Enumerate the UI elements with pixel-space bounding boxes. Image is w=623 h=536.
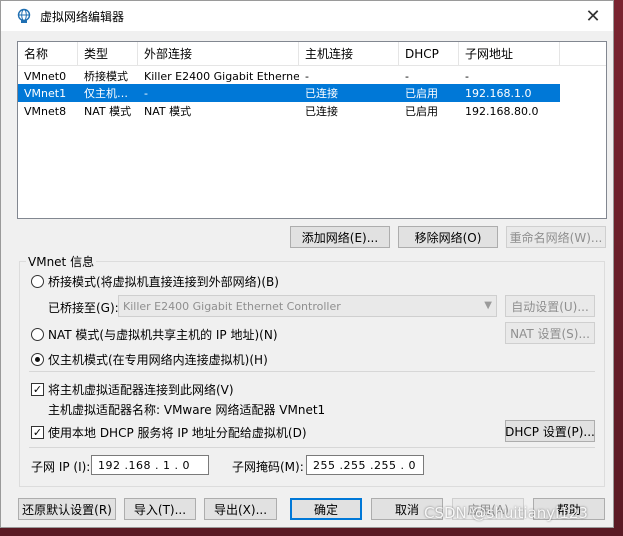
radio-circle-icon xyxy=(31,275,44,288)
cell-host: - xyxy=(305,69,309,83)
ok-button[interactable]: 确定 xyxy=(290,498,362,520)
table-row[interactable]: VMnet8 NAT 模式 NAT 模式 已连接 已启用 192.168.80.… xyxy=(18,102,606,120)
virtual-network-editor-window: 虚拟网络编辑器 ✕ 名称 类型 外部连接 主机连接 DHCP 子网地址 VMne… xyxy=(0,0,614,528)
connect-adapter-label: 将主机虚拟适配器连接到此网络(V) xyxy=(48,383,234,397)
subnet-mask-label: 子网掩码(M): xyxy=(232,460,304,474)
vmnet-info-title: VMnet 信息 xyxy=(26,253,97,270)
adapter-name-label: 主机虚拟适配器名称: VMware 网络适配器 VMnet1 xyxy=(48,403,326,417)
cell-type: 桥接模式 xyxy=(84,70,128,83)
network-list[interactable]: 名称 类型 外部连接 主机连接 DHCP 子网地址 VMnet0 桥接模式 Ki… xyxy=(17,41,607,219)
nat-mode-radio[interactable]: NAT 模式(与虚拟机共享主机的 IP 地址)(N) xyxy=(31,326,278,343)
close-icon[interactable]: ✕ xyxy=(581,4,605,28)
chevron-down-icon: ▼ xyxy=(484,300,492,311)
add-network-button[interactable]: 添加网络(E)... xyxy=(290,226,390,248)
radio-selected-icon xyxy=(31,353,44,366)
cell-type: 仅主机… xyxy=(84,87,128,100)
subnet-ip-input[interactable]: 192 .168 . 1 . 0 xyxy=(91,455,209,475)
cell-external: NAT 模式 xyxy=(144,105,192,118)
divider xyxy=(29,371,595,372)
rename-network-button[interactable]: 重命名网络(W)... xyxy=(506,226,606,248)
bridged-to-value: Killer E2400 Gigabit Ethernet Controller xyxy=(123,299,341,313)
cell-name: VMnet1 xyxy=(24,86,67,100)
subnet-mask-input[interactable]: 255 .255 .255 . 0 xyxy=(306,455,424,475)
subnet-ip-label: 子网 IP (I): xyxy=(31,460,91,474)
table-row-selected[interactable]: VMnet1 仅主机… - 已连接 已启用 192.168.1.0 xyxy=(18,84,560,102)
bridged-to-select[interactable]: Killer E2400 Gigabit Ethernet Controller… xyxy=(118,295,497,317)
table-row[interactable]: VMnet0 桥接模式 Killer E2400 Gigabit Etherne… xyxy=(18,67,606,85)
title-bar: 虚拟网络编辑器 ✕ xyxy=(1,1,613,31)
nat-mode-label: NAT 模式(与虚拟机共享主机的 IP 地址)(N) xyxy=(48,328,278,342)
column-header-dhcp[interactable]: DHCP xyxy=(399,42,459,65)
bridged-mode-radio[interactable]: 桥接模式(将虚拟机直接连接到外部网络)(B) xyxy=(31,273,279,290)
cell-subnet: 192.168.1.0 xyxy=(465,86,532,100)
remove-network-button[interactable]: 移除网络(O) xyxy=(398,226,498,248)
cell-external: - xyxy=(144,86,148,100)
radio-circle-icon xyxy=(31,328,44,341)
cell-dhcp: 已启用 xyxy=(405,105,438,118)
window-title: 虚拟网络编辑器 xyxy=(40,9,125,24)
cell-host: 已连接 xyxy=(305,105,338,118)
column-header-host[interactable]: 主机连接 xyxy=(299,42,399,65)
column-header-type[interactable]: 类型 xyxy=(78,42,138,65)
export-button[interactable]: 导出(X)... xyxy=(204,498,277,520)
bridged-to-label: 已桥接至(G): xyxy=(48,301,119,315)
column-header-subnet[interactable]: 子网地址 xyxy=(459,42,560,65)
csdn-watermark: CSDN @shuitianyi123 xyxy=(424,504,588,522)
dhcp-settings-button[interactable]: DHCP 设置(P)... xyxy=(505,420,595,442)
cell-dhcp: 已启用 xyxy=(405,87,438,100)
dhcp-label: 使用本地 DHCP 服务将 IP 地址分配给虚拟机(D) xyxy=(48,426,307,440)
auto-settings-button[interactable]: 自动设置(U)... xyxy=(505,295,595,317)
desktop-background xyxy=(614,0,623,536)
cell-subnet: 192.168.80.0 xyxy=(465,104,539,118)
cell-external: Killer E2400 Gigabit Ethernet… xyxy=(144,69,299,83)
divider xyxy=(29,447,595,448)
checkmark-icon: ✓ xyxy=(31,426,44,439)
desktop-background-bottom xyxy=(0,528,623,536)
import-button[interactable]: 导入(T)... xyxy=(124,498,196,520)
cell-name: VMnet0 xyxy=(24,69,67,83)
cell-name: VMnet8 xyxy=(24,104,67,118)
column-header-external[interactable]: 外部连接 xyxy=(138,42,299,65)
cell-dhcp: - xyxy=(405,69,409,83)
column-header-name[interactable]: 名称 xyxy=(18,42,78,65)
nat-settings-button[interactable]: NAT 设置(S)... xyxy=(505,322,595,344)
cell-subnet: - xyxy=(465,69,469,83)
connect-adapter-checkbox[interactable]: ✓ 将主机虚拟适配器连接到此网络(V) xyxy=(31,381,234,398)
bridged-mode-label: 桥接模式(将虚拟机直接连接到外部网络)(B) xyxy=(48,275,279,289)
host-only-mode-radio[interactable]: 仅主机模式(在专用网络内连接虚拟机)(H) xyxy=(31,351,268,368)
network-list-header: 名称 类型 外部连接 主机连接 DHCP 子网地址 xyxy=(18,42,606,66)
host-only-mode-label: 仅主机模式(在专用网络内连接虚拟机)(H) xyxy=(48,353,268,367)
cell-type: NAT 模式 xyxy=(84,105,132,118)
checkmark-icon: ✓ xyxy=(31,383,44,396)
restore-defaults-button[interactable]: 还原默认设置(R) xyxy=(18,498,116,520)
network-globe-icon xyxy=(17,8,31,23)
cell-host: 已连接 xyxy=(305,87,338,100)
dhcp-checkbox[interactable]: ✓ 使用本地 DHCP 服务将 IP 地址分配给虚拟机(D) xyxy=(31,424,307,441)
